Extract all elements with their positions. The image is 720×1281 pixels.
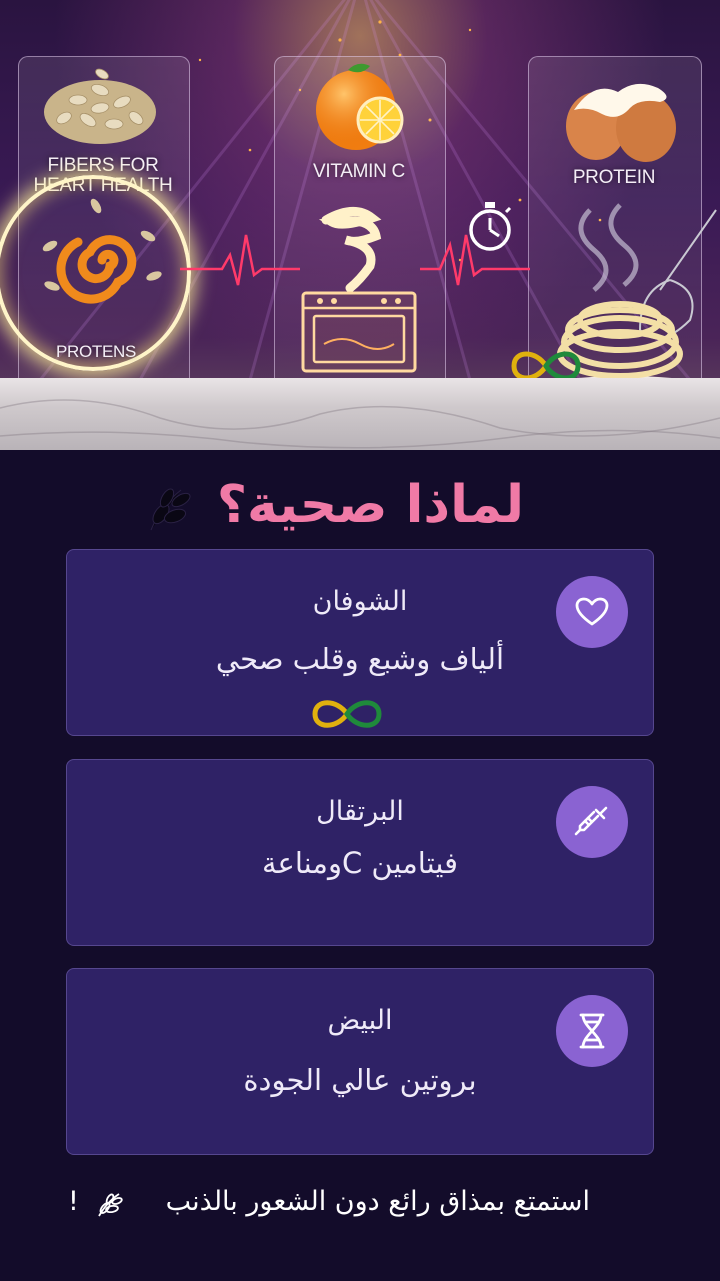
card-eggs[interactable]: البيض بروتين عالي الجودة [66, 968, 654, 1155]
protein-label: PROTEIN [572, 167, 656, 188]
oven-icon [301, 291, 417, 373]
page-title: لماذا صحية؟ [216, 475, 524, 535]
footer-text: استمتع بمذاق رائع دون الشعور بالذنب [165, 1186, 590, 1217]
oats-icon [44, 68, 156, 144]
footer-exclamation: ! [68, 1186, 79, 1217]
watermark-logo [312, 700, 382, 728]
title-area: لماذا صحية؟ [0, 475, 720, 545]
card-title: البرتقال [316, 796, 404, 827]
card-orange[interactable]: البرتقال فيتامين Cومناعة [66, 759, 654, 946]
hero-image: FIBERS FOR HEART HEALTH PROTENS VITAMIN … [0, 0, 720, 450]
leaf-icon [98, 1193, 123, 1217]
card-title: الشوفان [312, 586, 408, 617]
orange-icon [316, 63, 404, 150]
card-subtitle: بروتين عالي الجودة [243, 1063, 477, 1097]
vitamin-c-label: VITAMIN C [313, 161, 405, 182]
ring-label: PROTENS [55, 342, 137, 361]
card-subtitle: فيتامين Cومناعة [261, 846, 458, 880]
card-oats[interactable]: الشوفان ألياف وشبع وقلب صحي [66, 549, 654, 736]
marble-counter [0, 378, 720, 450]
eggs-icon [566, 83, 676, 162]
stopwatch-icon [469, 202, 512, 251]
card-title: البيض [327, 1005, 393, 1036]
card-subtitle: ألياف وشبع وقلب صحي [215, 642, 505, 676]
